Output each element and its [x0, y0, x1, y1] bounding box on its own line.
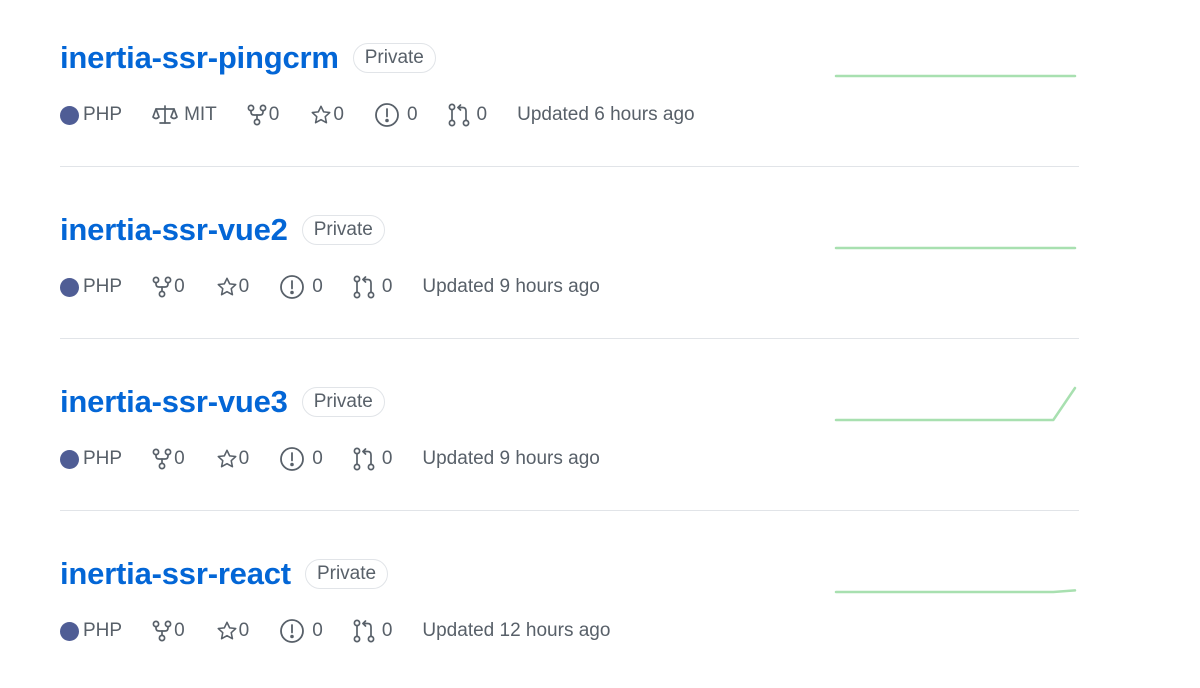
forks-count: 0	[174, 448, 185, 469]
stars-count: 0	[238, 448, 250, 469]
stars-count: 0	[333, 104, 344, 125]
language: PHP	[60, 276, 122, 298]
language-label: PHP	[83, 104, 123, 125]
repo-title-row: inertia-ssr-react Private	[60, 554, 389, 594]
activity-sparkline	[834, 74, 1077, 78]
issues-count: 0	[406, 104, 418, 125]
updated-time: Updated 9 hours ago	[422, 448, 600, 469]
issues[interactable]: 0	[374, 102, 418, 128]
fork-icon	[152, 620, 172, 642]
repo-name-link[interactable]: inertia-ssr-react	[60, 556, 291, 592]
stars[interactable]: 0	[309, 104, 344, 126]
activity-sparkline	[834, 246, 1077, 250]
stars[interactable]: 0	[215, 276, 250, 298]
activity-sparkline	[834, 386, 1077, 422]
issue-icon	[280, 275, 305, 299]
repo-item: inertia-ssr-vue3 Private PHP 0 0 0 0 Upd…	[60, 344, 1079, 516]
law-icon	[152, 105, 178, 124]
star-icon	[311, 105, 331, 124]
forks[interactable]: 0	[152, 620, 185, 642]
language-label: PHP	[83, 620, 123, 641]
issues[interactable]: 0	[279, 446, 323, 472]
language: PHP	[60, 104, 122, 126]
repo-item: inertia-ssr-react Private PHP 0 0 0 0 Up…	[60, 516, 1079, 688]
repository-list: inertia-ssr-pingcrm Private PHP MIT 0 0 …	[60, 0, 1079, 675]
issues[interactable]: 0	[279, 618, 323, 644]
pull-requests[interactable]: 0	[353, 275, 393, 299]
stars[interactable]: 0	[215, 620, 250, 642]
sparkline-path	[834, 386, 1077, 422]
repo-item: inertia-ssr-pingcrm Private PHP MIT 0 0 …	[60, 0, 1079, 172]
pull-request-icon	[353, 619, 375, 643]
pull-requests[interactable]: 0	[448, 103, 488, 127]
star-icon	[217, 449, 237, 468]
updated-time: Updated 9 hours ago	[422, 276, 600, 297]
sparkline-path	[834, 589, 1077, 594]
language-color-dot	[60, 621, 79, 641]
repo-title-row: inertia-ssr-vue2 Private	[60, 210, 385, 250]
pull-requests-count: 0	[381, 276, 393, 297]
repo-meta-row: PHP MIT 0 0 0 0 Updated 6 hours ago	[60, 100, 725, 130]
forks[interactable]: 0	[247, 104, 280, 126]
stars[interactable]: 0	[215, 448, 250, 470]
stars-count: 0	[238, 620, 250, 641]
visibility-badge: Private	[352, 43, 436, 73]
repo-title-row: inertia-ssr-pingcrm Private	[60, 38, 436, 78]
repo-meta-row: PHP 0 0	[60, 616, 640, 646]
forks-count: 0	[174, 276, 185, 297]
language-color-dot	[60, 105, 79, 125]
repo-title-row: inertia-ssr-vue3 Private	[60, 382, 385, 422]
divider	[60, 510, 1079, 511]
issue-icon	[375, 103, 399, 127]
pull-request-icon	[448, 103, 469, 127]
issue-icon	[280, 447, 305, 471]
visibility-badge: Private	[301, 215, 385, 245]
updated-time: Updated 12 hours ago	[422, 620, 611, 641]
license-label: MIT	[184, 104, 217, 125]
star-icon	[217, 621, 237, 640]
repo-name-link[interactable]: inertia-ssr-vue3	[60, 384, 288, 420]
pull-requests-count: 0	[381, 620, 393, 641]
fork-icon	[152, 276, 172, 298]
language: PHP	[60, 448, 122, 470]
repo-item: inertia-ssr-vue2 Private PHP 0 0 0 0 Upd…	[60, 172, 1079, 344]
issues-count: 0	[312, 448, 323, 469]
language-label: PHP	[83, 448, 123, 469]
forks[interactable]: 0	[152, 448, 185, 470]
updated-time: Updated 6 hours ago	[517, 104, 695, 125]
pull-requests-count: 0	[381, 448, 393, 469]
pull-requests[interactable]: 0	[353, 619, 393, 643]
star-icon	[217, 277, 237, 296]
issue-icon	[280, 619, 305, 643]
language: PHP	[60, 620, 122, 642]
license: MIT	[152, 104, 217, 126]
pull-request-icon	[353, 447, 375, 471]
pull-request-icon	[353, 275, 375, 299]
repo-meta-row: PHP 0 0	[60, 444, 630, 474]
divider	[60, 338, 1079, 339]
fork-icon	[152, 448, 172, 470]
language-label: PHP	[83, 276, 123, 297]
issues-count: 0	[312, 276, 323, 297]
visibility-badge: Private	[304, 559, 389, 589]
stars-count: 0	[238, 276, 250, 297]
activity-sparkline	[834, 589, 1077, 594]
fork-icon	[247, 104, 267, 126]
pull-requests[interactable]: 0	[353, 447, 393, 471]
repo-name-link[interactable]: inertia-ssr-pingcrm	[60, 40, 339, 76]
issues[interactable]: 0	[279, 274, 323, 300]
issues-count: 0	[312, 620, 323, 641]
repo-name-link[interactable]: inertia-ssr-vue2	[60, 212, 288, 248]
forks[interactable]: 0	[152, 276, 185, 298]
language-color-dot	[60, 277, 79, 297]
visibility-badge: Private	[301, 387, 385, 417]
divider	[60, 166, 1079, 167]
pull-requests-count: 0	[476, 104, 488, 125]
forks-count: 0	[174, 620, 185, 641]
language-color-dot	[60, 449, 79, 469]
repo-meta-row: PHP 0 0	[60, 272, 630, 302]
forks-count: 0	[268, 104, 280, 125]
